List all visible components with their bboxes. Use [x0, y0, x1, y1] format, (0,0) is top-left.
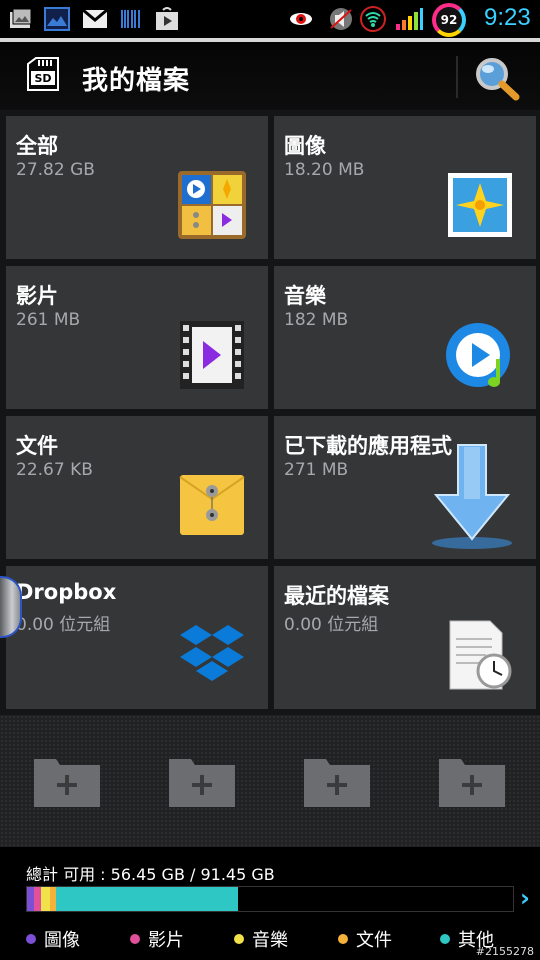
legend-item-videos: 影片 — [130, 926, 184, 952]
legend-item-documents: 文件 — [338, 926, 392, 952]
tile-size: 261 MB — [16, 310, 81, 330]
legend-dot — [130, 934, 140, 944]
tile-size: 182 MB — [284, 310, 349, 330]
legend-dot — [440, 934, 450, 944]
wifi-icon — [360, 6, 386, 32]
recent-files-icon — [449, 620, 512, 690]
document-icon — [179, 475, 245, 535]
tile-size: 271 MB — [284, 460, 349, 480]
tile-dropbox[interactable]: Dropbox 0.00 位元組 — [6, 566, 268, 709]
tile-music[interactable]: 音樂 182 MB — [274, 266, 536, 409]
app-header: SD 我的檔案 — [0, 38, 540, 110]
legend-dot — [338, 934, 348, 944]
barcode-icon — [121, 10, 140, 28]
tile-recent-files[interactable]: 最近的檔案 0.00 位元組 — [274, 566, 536, 709]
download-icon — [432, 444, 512, 549]
chevron-right-icon[interactable]: › — [520, 884, 530, 912]
side-drawer-handle[interactable] — [0, 576, 22, 638]
eye-icon — [290, 13, 312, 25]
image-icon — [448, 173, 512, 237]
legend-label: 文件 — [356, 930, 392, 951]
sd-card-icon[interactable]: SD — [26, 56, 60, 92]
sd-label: SD — [34, 72, 51, 85]
tile-images[interactable]: 圖像 18.20 MB — [274, 116, 536, 259]
tile-size: 0.00 位元組 — [284, 615, 379, 635]
folder-shortcuts — [0, 715, 540, 847]
tile-label: 最近的檔案 — [284, 584, 389, 608]
usage-segment — [27, 887, 34, 911]
page-title: 我的檔案 — [82, 66, 191, 96]
legend-label: 音樂 — [252, 930, 288, 951]
tile-size: 27.82 GB — [16, 160, 95, 180]
storage-legend: 圖像 影片 音樂 文件 其他 — [0, 924, 540, 954]
battery-indicator: 92 — [432, 3, 466, 37]
gmail-icon — [82, 8, 108, 28]
usage-segment — [40, 887, 51, 911]
tile-videos[interactable]: 影片 261 MB — [6, 266, 268, 409]
tile-size: 22.67 KB — [16, 460, 93, 480]
mute-icon — [330, 8, 352, 30]
legend-dot — [26, 934, 36, 944]
add-folder-icon[interactable] — [169, 755, 235, 807]
tile-label: 影片 — [16, 284, 58, 308]
usage-segment — [33, 887, 41, 911]
usage-segment — [56, 887, 239, 911]
music-icon — [446, 323, 510, 387]
tile-label: 音樂 — [284, 284, 326, 308]
tile-label: 文件 — [16, 434, 58, 458]
battery-level: 92 — [440, 13, 458, 27]
clock: 9:23 — [484, 4, 531, 31]
tile-label: 全部 — [16, 134, 58, 158]
legend-label: 圖像 — [44, 930, 80, 951]
status-bar: 92 9:23 — [0, 0, 540, 38]
tile-label: Dropbox — [16, 580, 117, 604]
tile-size: 0.00 位元組 — [16, 615, 111, 635]
tile-all[interactable]: 全部 27.82 GB — [6, 116, 268, 259]
tile-documents[interactable]: 文件 22.67 KB — [6, 416, 268, 559]
search-icon[interactable] — [470, 54, 524, 102]
legend-dot — [234, 934, 244, 944]
tile-downloaded-apps[interactable]: 已下載的應用程式 271 MB — [274, 416, 536, 559]
legend-label: 影片 — [148, 930, 184, 951]
legend-item-images: 圖像 — [26, 926, 80, 952]
watermark: #2155278 — [475, 945, 534, 958]
all-files-icon — [178, 171, 246, 239]
add-folder-icon[interactable] — [439, 755, 505, 807]
signal-icon — [396, 8, 423, 30]
gallery-icon — [10, 8, 32, 28]
photo-icon — [44, 7, 70, 31]
add-folder-icon[interactable] — [34, 755, 100, 807]
storage-usage-bar — [26, 886, 514, 912]
tile-size: 18.20 MB — [284, 160, 365, 180]
add-folder-icon[interactable] — [304, 755, 370, 807]
category-grid: 全部 27.82 GB 圖像 18.20 MB 影片 261 MB 音樂 182… — [0, 110, 540, 715]
play-store-icon — [156, 7, 178, 30]
dropbox-icon — [180, 625, 244, 681]
storage-usage-text: 總計 可用 : 56.45 GB / 91.45 GB — [26, 865, 275, 884]
tile-label: 圖像 — [284, 134, 326, 158]
video-icon — [180, 321, 244, 389]
legend-item-music: 音樂 — [234, 926, 288, 952]
header-divider — [456, 56, 458, 98]
